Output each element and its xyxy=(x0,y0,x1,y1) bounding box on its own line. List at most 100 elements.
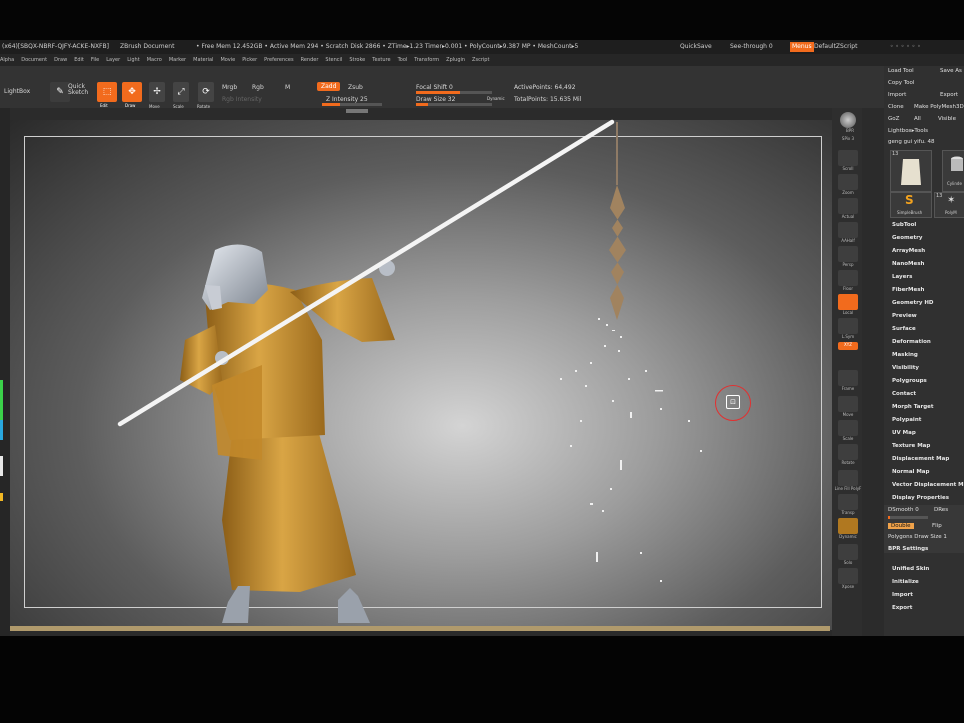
displacement-map-section[interactable]: Displacement Map xyxy=(892,456,949,462)
simplebrush-icon: S xyxy=(905,193,914,207)
lsym-button[interactable]: L.Sym xyxy=(838,318,858,339)
persp-button[interactable]: Persp xyxy=(838,246,858,267)
polyf-button[interactable]: Line Fill PolyF xyxy=(835,470,861,491)
uv-map-section[interactable]: UV Map xyxy=(892,430,916,436)
move-view-label: Move xyxy=(842,412,854,417)
sculpt-model[interactable] xyxy=(0,40,964,636)
floor-button[interactable]: Floor xyxy=(838,270,858,291)
tool-thumbnail-polymesh[interactable]: 13 ✶ PolyM xyxy=(934,192,964,218)
nanomesh-section[interactable]: NanoMesh xyxy=(892,261,924,267)
transp-label: Transp xyxy=(841,510,855,515)
floor-label: Floor xyxy=(843,286,853,291)
spix-label: SPix 3 xyxy=(841,136,855,141)
bpr-button[interactable]: BPR xyxy=(840,112,856,133)
polygroups-section[interactable]: Polygroups xyxy=(892,378,927,384)
layers-section[interactable]: Layers xyxy=(892,274,912,280)
normal-map-section[interactable]: Normal Map xyxy=(892,469,929,475)
cylinder-label: Cylinde xyxy=(947,181,962,186)
flip-button[interactable]: Flip xyxy=(932,523,942,529)
initialize-section[interactable]: Initialize xyxy=(892,579,919,585)
spix-slider[interactable]: SPix 3 xyxy=(838,136,858,144)
tool-thumbnail-cylinder[interactable]: Cylinde xyxy=(942,150,964,192)
arraymesh-section[interactable]: ArrayMesh xyxy=(892,248,925,254)
feather-ornament xyxy=(609,185,626,320)
export-tool-button[interactable]: Export xyxy=(940,92,958,98)
visibility-section[interactable]: Visibility xyxy=(892,365,919,371)
local-label: Local xyxy=(842,310,854,315)
bpr-settings-section[interactable]: BPR Settings xyxy=(888,546,928,552)
polymesh-star-icon: ✶ xyxy=(947,195,956,206)
rotate-view-button[interactable]: Rotate xyxy=(838,444,858,465)
deformation-section[interactable]: Deformation xyxy=(892,339,931,345)
xpose-button[interactable]: Xpose xyxy=(838,568,858,589)
dsmooth-slider[interactable]: DSmooth 0 xyxy=(888,507,919,513)
clone-button[interactable]: Clone xyxy=(888,104,904,110)
goz-visible-button[interactable]: Visible xyxy=(938,116,956,122)
surface-section[interactable]: Surface xyxy=(892,326,916,332)
lightbox-tools-button[interactable]: Lightbox▸Tools xyxy=(888,128,928,134)
robe-thumbnail-icon xyxy=(901,159,921,185)
save-as-button[interactable]: Save As xyxy=(940,68,962,74)
double-button[interactable]: Double xyxy=(888,523,914,529)
transp-button[interactable]: Transp xyxy=(838,494,858,515)
solo-button[interactable]: Solo xyxy=(838,544,858,565)
polygons-draw-size-slider[interactable]: Polygons Draw Size 1 xyxy=(888,534,947,540)
make-polymesh-button[interactable]: Make PolyMesh3D xyxy=(914,104,964,110)
tool-thumbnail-simplebrush[interactable]: S SimpleBrush xyxy=(890,192,932,218)
texture-map-section[interactable]: Texture Map xyxy=(892,443,930,449)
zoom-button[interactable]: Zoom xyxy=(838,174,858,195)
unified-skin-section[interactable]: Unified Skin xyxy=(892,566,929,572)
rotate-view-label: Rotate xyxy=(841,460,855,465)
solo-label: Solo xyxy=(843,560,853,565)
morph-target-section[interactable]: Morph Target xyxy=(892,404,934,410)
brush-cursor: ⊡ xyxy=(715,385,751,421)
vector-displacement-section[interactable]: Vector Displacement M xyxy=(892,482,964,488)
goz-all-button[interactable]: All xyxy=(914,116,921,122)
simplebrush-label: SimpleBrush xyxy=(897,210,923,215)
scale-view-button[interactable]: Scale xyxy=(838,420,858,441)
zoom-label: Zoom xyxy=(842,190,854,195)
subtool-section[interactable]: SubTool xyxy=(892,222,916,228)
contact-section[interactable]: Contact xyxy=(892,391,916,397)
load-tool-button[interactable]: Load Tool xyxy=(888,68,914,74)
scroll-label: Scroll xyxy=(842,166,854,171)
xyz-label: XYZ xyxy=(844,342,852,347)
import-section[interactable]: Import xyxy=(892,592,913,598)
display-properties-section[interactable]: Display Properties xyxy=(892,495,949,501)
preview-section[interactable]: Preview xyxy=(892,313,917,319)
polypaint-section[interactable]: Polypaint xyxy=(892,417,921,423)
dsmooth-track[interactable] xyxy=(888,516,928,519)
export-section[interactable]: Export xyxy=(892,605,912,611)
cylinder-icon xyxy=(951,156,963,171)
foot-left xyxy=(222,586,250,623)
import-tool-button[interactable]: Import xyxy=(888,92,906,98)
actual-label: Actual xyxy=(841,214,855,219)
actual-button[interactable]: Actual xyxy=(838,198,858,219)
aahalf-button[interactable]: AAHalf xyxy=(838,222,858,243)
masking-section[interactable]: Masking xyxy=(892,352,918,358)
current-tool-slider[interactable]: geng gui yifu. 48 xyxy=(888,139,935,145)
xyz-button[interactable]: XYZ xyxy=(838,342,858,350)
local-button[interactable]: Local xyxy=(838,294,858,315)
lsym-label: L.Sym xyxy=(841,334,855,339)
particle-debris xyxy=(560,318,702,582)
dynamic-persp-button[interactable]: Dynamic xyxy=(838,518,858,539)
goz-button[interactable]: GoZ xyxy=(888,116,899,122)
scale-view-label: Scale xyxy=(842,436,854,441)
scroll-button[interactable]: Scroll xyxy=(838,150,858,171)
move-view-button[interactable]: Move xyxy=(838,396,858,417)
tool-palette: Load Tool Save As Copy Tool Import Expor… xyxy=(884,66,964,636)
geometry-section[interactable]: Geometry xyxy=(892,235,922,241)
zbrush-window: (x64)[SBQX-NBRF-QJFY-ACKE-NXFB] ZBrush D… xyxy=(0,40,964,636)
frame-label: Frame xyxy=(841,386,855,391)
geometry-hd-section[interactable]: Geometry HD xyxy=(892,300,934,306)
monitor-bezel xyxy=(0,636,964,723)
persp-label: Persp xyxy=(842,262,854,267)
thumb2-count: 13 xyxy=(936,193,943,199)
dres-slider[interactable]: DRes xyxy=(934,507,948,513)
tool-thumbnail-current[interactable]: 13 xyxy=(890,150,932,192)
copy-tool-button[interactable]: Copy Tool xyxy=(888,80,914,86)
frame-button[interactable]: Frame xyxy=(838,370,858,391)
fibermesh-section[interactable]: FiberMesh xyxy=(892,287,924,293)
thumb-count: 13 xyxy=(892,151,899,157)
